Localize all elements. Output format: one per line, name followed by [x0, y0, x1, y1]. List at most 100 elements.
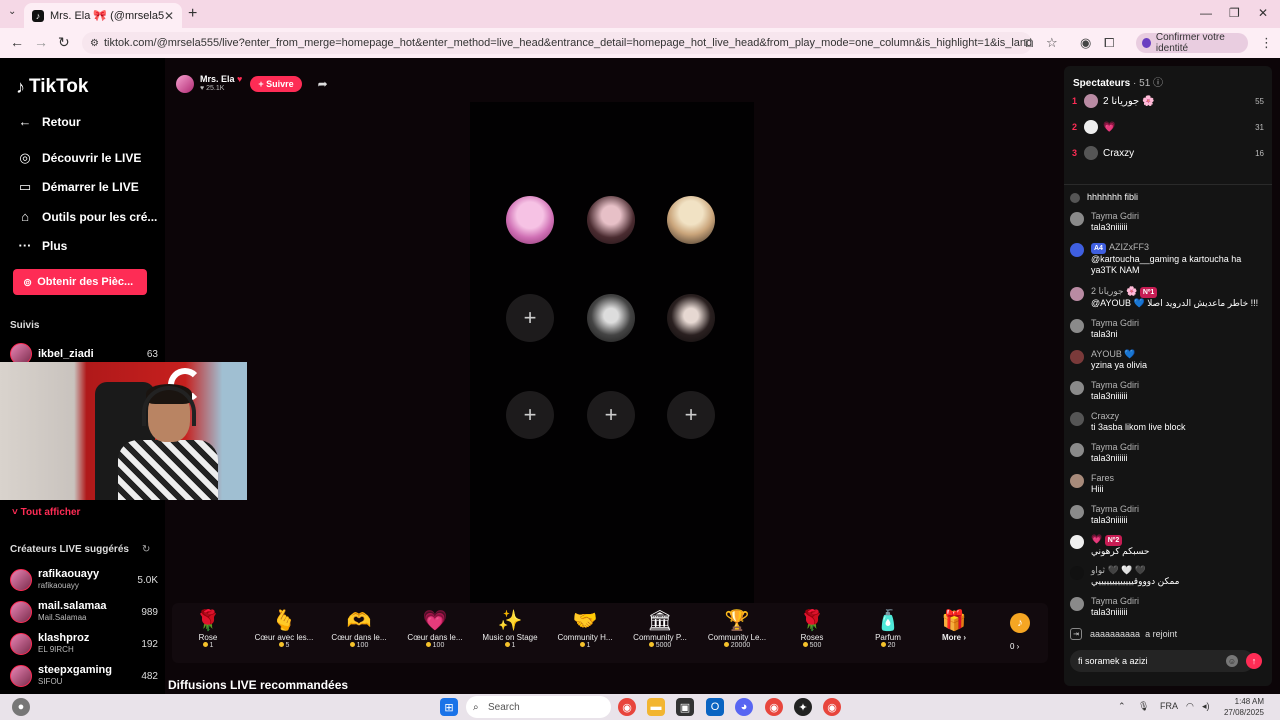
add-guest-button[interactable]: +	[667, 391, 715, 439]
chat-user-block[interactable]: 💗 Nº2	[1091, 534, 1149, 546]
gift-name: Cœur dans le...	[407, 633, 463, 642]
forward-icon[interactable]: →	[34, 34, 48, 50]
chrome-active-icon[interactable]: ◉	[823, 698, 841, 716]
browser-tab[interactable]: ♪ Mrs. Ela 🎀 (@mrsela555) | ✕	[24, 3, 182, 28]
extensions-puzzle-icon[interactable]: ⧠	[1104, 35, 1114, 51]
chrome-profile-icon[interactable]: ◉	[765, 698, 783, 716]
chat-user[interactable]: Fares	[1091, 473, 1114, 484]
gift-item[interactable]: 🤝 Community H... 1	[550, 609, 620, 649]
gift-item[interactable]: ✨ Music on Stage 1	[475, 609, 545, 649]
chat-user-block[interactable]: A4 AZIZxFF3	[1091, 242, 1266, 254]
gift-item[interactable]: 🌹 Roses 500	[777, 609, 847, 649]
rank-badge: Nº2	[1104, 535, 1123, 546]
extension-icon[interactable]: ◉	[1080, 35, 1091, 51]
suggested-item[interactable]: steepxgaming SIFOU 482	[10, 664, 158, 688]
chrome-icon[interactable]: ◉	[618, 698, 636, 716]
tray-chevron-icon[interactable]: ⌃	[1118, 701, 1126, 712]
back-link[interactable]: ← Retour	[16, 114, 81, 129]
camera-icon: ▭	[18, 179, 32, 194]
new-tab-icon[interactable]: +	[188, 5, 197, 23]
tab-search-icon[interactable]: ⌄	[8, 6, 16, 17]
file-explorer-icon[interactable]: ▬	[647, 698, 665, 716]
chat-user[interactable]: AYOUB 💙	[1091, 349, 1147, 360]
sidebar-item-creator-tools[interactable]: ⌂ Outils pour les cré...	[16, 209, 157, 224]
sidebar-item-more[interactable]: ··· Plus	[16, 238, 68, 253]
gift-item[interactable]: 💗 Cœur dans le... 100	[400, 609, 470, 649]
add-guest-button[interactable]: +	[587, 391, 635, 439]
sidebar-item-discover-live[interactable]: ◎ Découvrir le LIVE	[16, 150, 141, 166]
chat-user[interactable]: Tayma Gdiri	[1091, 318, 1139, 329]
sidebar-item-start-live[interactable]: ▭ Démarrer le LIVE	[16, 179, 139, 195]
guest-slot-2[interactable]	[587, 196, 635, 244]
gift-item[interactable]: 🫶 Cœur dans le... 100	[324, 609, 394, 649]
gift-item[interactable]: 🧴 Parfum 20	[853, 609, 923, 649]
maximize-icon[interactable]: ❐	[1229, 6, 1240, 20]
close-tab-icon[interactable]: ✕	[164, 9, 174, 23]
discord-icon[interactable]: ◕	[735, 698, 753, 716]
host-avatar[interactable]	[176, 75, 194, 93]
bookmark-star-icon[interactable]: ☆	[1046, 35, 1058, 51]
outlook-icon[interactable]: O	[706, 698, 724, 716]
store-icon[interactable]: ▣	[676, 698, 694, 716]
gift-item[interactable]: 🏛 Community P... 5000	[625, 609, 695, 649]
minimize-icon[interactable]: —	[1200, 6, 1212, 20]
chat-user[interactable]: Tayma Gdiri	[1091, 211, 1139, 222]
guest-slot-3[interactable]	[667, 196, 715, 244]
widgets-icon[interactable]: ●	[12, 698, 30, 716]
emoji-icon[interactable]: ☺	[1226, 655, 1238, 667]
coin-balance-icon[interactable]: ♪	[1010, 613, 1030, 633]
reload-icon[interactable]: ↻	[58, 34, 70, 51]
chat-user[interactable]: Tayma Gdiri	[1091, 504, 1139, 515]
add-guest-button[interactable]: +	[506, 294, 554, 342]
chat-text: Tayma Gdiri tala3niiiiii	[1091, 380, 1139, 402]
taskbar-search[interactable]: ⌕ Search	[466, 696, 611, 718]
show-all-link[interactable]: ˅ Tout afficher	[12, 507, 80, 518]
joined-user[interactable]: aaaaaaaaaa	[1090, 629, 1140, 639]
gift-item[interactable]: 🌹 Rose 1	[173, 609, 243, 649]
app-icon[interactable]: ✦	[794, 698, 812, 716]
site-info-icon[interactable]: ⚙	[90, 38, 99, 49]
share-icon[interactable]: ➦	[318, 77, 328, 91]
host-name-block[interactable]: Mrs. Ela ♥ ♥ 25.1K	[200, 74, 242, 94]
suggested-item[interactable]: mail.salamaa Mail.Salamaa 989	[10, 600, 158, 624]
chat-user[interactable]: Tayma Gdiri	[1091, 442, 1139, 453]
chat-user[interactable]: Tayma Gdiri	[1091, 380, 1139, 391]
guest-slot-5[interactable]	[667, 294, 715, 342]
top-viewer-row[interactable]: 1 2 جوريانا 🌸 55	[1072, 92, 1264, 110]
chat-user-block[interactable]: 2 جوريانا 🌸 Nº1	[1091, 286, 1258, 298]
profile-button[interactable]: Confirmer votre identité	[1136, 32, 1248, 54]
chat-user[interactable]: ثواو 🖤 🤍 🖤	[1091, 565, 1180, 576]
back-icon[interactable]: ←	[10, 34, 24, 50]
volume-icon[interactable]: ◂)	[1202, 701, 1210, 712]
send-icon[interactable]: ↑	[1246, 653, 1262, 669]
add-guest-button[interactable]: +	[506, 391, 554, 439]
top-viewer-row[interactable]: 3 Craxzy 16	[1072, 144, 1264, 162]
url-field[interactable]: ⚙ tiktok.com/@mrsela555/live?enter_from_…	[82, 32, 1032, 54]
guest-slot-4[interactable]	[587, 294, 635, 342]
coin-balance[interactable]: 0 ›	[1010, 642, 1019, 651]
follow-button[interactable]: + Suivre	[250, 76, 302, 92]
chat-user[interactable]: Tayma Gdiri	[1091, 596, 1139, 607]
followed-name: ikbel_ziadi	[38, 347, 94, 360]
gift-item[interactable]: 🫰 Cœur avec les... 5	[249, 609, 319, 649]
tiktok-logo[interactable]: ♪ TikTok	[16, 76, 88, 98]
suggested-item[interactable]: rafikaouayy rafikaouayy 5.0K	[10, 568, 158, 592]
top-viewer-row[interactable]: 2 💗 31	[1072, 118, 1264, 136]
browser-menu-icon[interactable]: ⋮	[1260, 35, 1273, 51]
refresh-icon[interactable]: ↻	[142, 544, 150, 555]
microphone-icon[interactable]: 🎙	[1138, 701, 1149, 712]
gift-item[interactable]: 🏆 Community Le... 20000	[702, 609, 772, 649]
translate-icon[interactable]: ⧉	[1024, 35, 1033, 51]
guest-slot-1[interactable]	[506, 196, 554, 244]
chat-user[interactable]: Craxzy	[1091, 411, 1186, 422]
wifi-icon[interactable]: ◠	[1186, 701, 1194, 712]
get-coins-button[interactable]: ⊚ Obtenir des Pièc...	[13, 269, 147, 295]
taskbar-clock[interactable]: 1:48 AM 27/08/2025	[1216, 696, 1264, 718]
language-indicator[interactable]: FRA	[1160, 701, 1178, 711]
suggested-item[interactable]: klashproz EL 9IRCH 192	[10, 632, 158, 656]
windows-start-icon[interactable]: ⊞	[440, 698, 458, 716]
window-close-icon[interactable]: ✕	[1258, 6, 1268, 20]
spectators-header[interactable]: Spectateurs · 51 ⓘ	[1073, 74, 1163, 89]
viewer-count: 989	[141, 606, 158, 618]
more-gifts-button[interactable]: 🎁 More ›	[919, 609, 989, 642]
